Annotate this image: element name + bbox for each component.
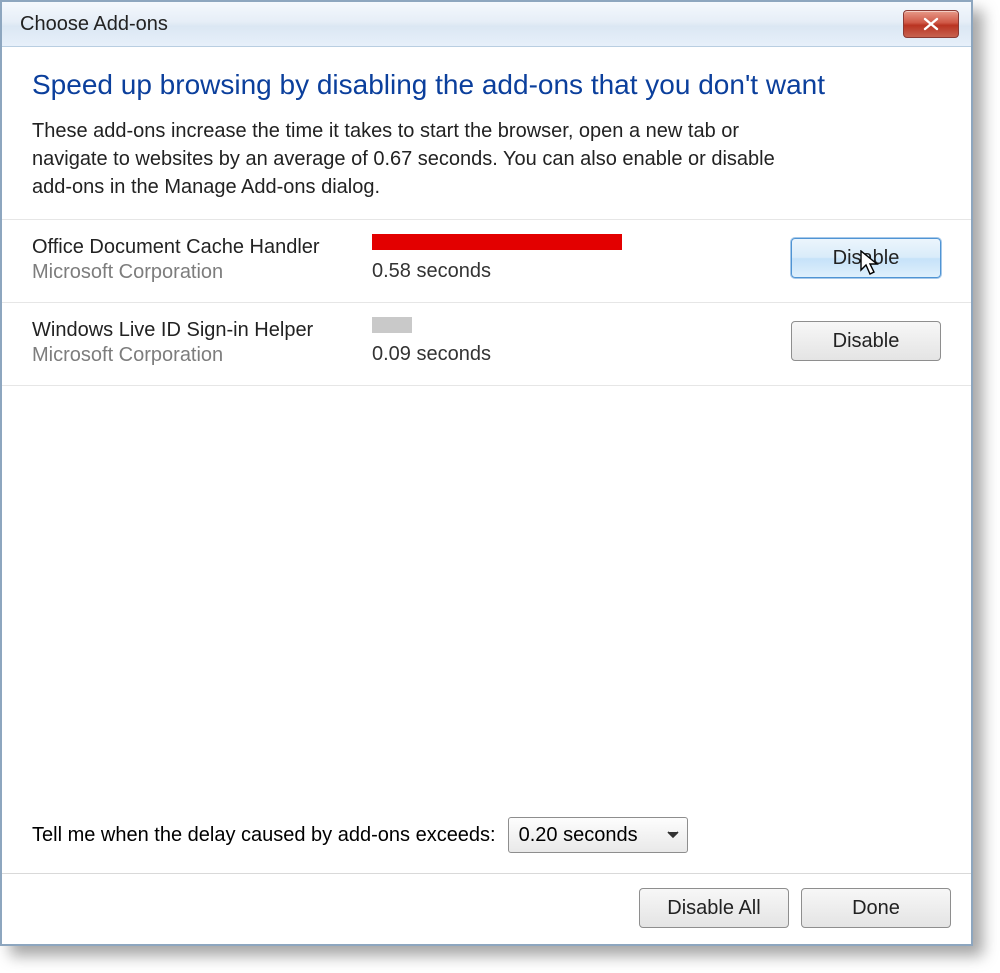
addon-meter: 0.58 seconds: [372, 232, 652, 283]
delay-threshold-label: Tell me when the delay caused by add-ons…: [32, 824, 496, 847]
delay-threshold-row: Tell me when the delay caused by add-ons…: [2, 807, 971, 873]
addon-info: Office Document Cache Handler Microsoft …: [32, 232, 372, 284]
disable-all-button[interactable]: Disable All: [639, 888, 789, 928]
load-time: 0.09 seconds: [372, 343, 652, 366]
load-bar: [372, 234, 622, 250]
done-button[interactable]: Done: [801, 888, 951, 928]
load-time: 0.58 seconds: [372, 260, 652, 283]
addon-list: Office Document Cache Handler Microsoft …: [2, 219, 971, 386]
load-bar: [372, 317, 622, 333]
dialog-content: Speed up browsing by disabling the add-o…: [2, 47, 971, 944]
addon-action: Disable: [652, 315, 941, 361]
disable-button[interactable]: Disable: [791, 238, 941, 278]
header-block: Speed up browsing by disabling the add-o…: [2, 47, 971, 219]
load-bar-fill: [372, 317, 412, 333]
addon-row: Office Document Cache Handler Microsoft …: [2, 220, 971, 303]
delay-threshold-select[interactable]: 0.20 seconds: [508, 817, 688, 853]
delay-threshold-value: 0.20 seconds: [519, 824, 638, 847]
addon-publisher: Microsoft Corporation: [32, 261, 372, 284]
addon-name: Office Document Cache Handler: [32, 236, 372, 259]
dialog-choose-addons: Choose Add-ons Speed up browsing by disa…: [0, 0, 973, 946]
page-description: These add-ons increase the time it takes…: [32, 117, 792, 201]
close-button[interactable]: [903, 10, 959, 38]
page-heading: Speed up browsing by disabling the add-o…: [32, 69, 941, 101]
addon-publisher: Microsoft Corporation: [32, 344, 372, 367]
window-title: Choose Add-ons: [20, 13, 903, 36]
chevron-down-icon: [667, 831, 679, 839]
load-bar-fill: [372, 234, 622, 250]
addon-action: Disable: [652, 232, 941, 278]
close-icon: [923, 17, 939, 31]
spacer: [2, 386, 971, 807]
addon-meter: 0.09 seconds: [372, 315, 652, 366]
titlebar: Choose Add-ons: [2, 2, 971, 47]
addon-name: Windows Live ID Sign-in Helper: [32, 319, 372, 342]
dialog-footer: Disable All Done: [2, 873, 971, 944]
disable-button[interactable]: Disable: [791, 321, 941, 361]
addon-info: Windows Live ID Sign-in Helper Microsoft…: [32, 315, 372, 367]
addon-row: Windows Live ID Sign-in Helper Microsoft…: [2, 303, 971, 386]
